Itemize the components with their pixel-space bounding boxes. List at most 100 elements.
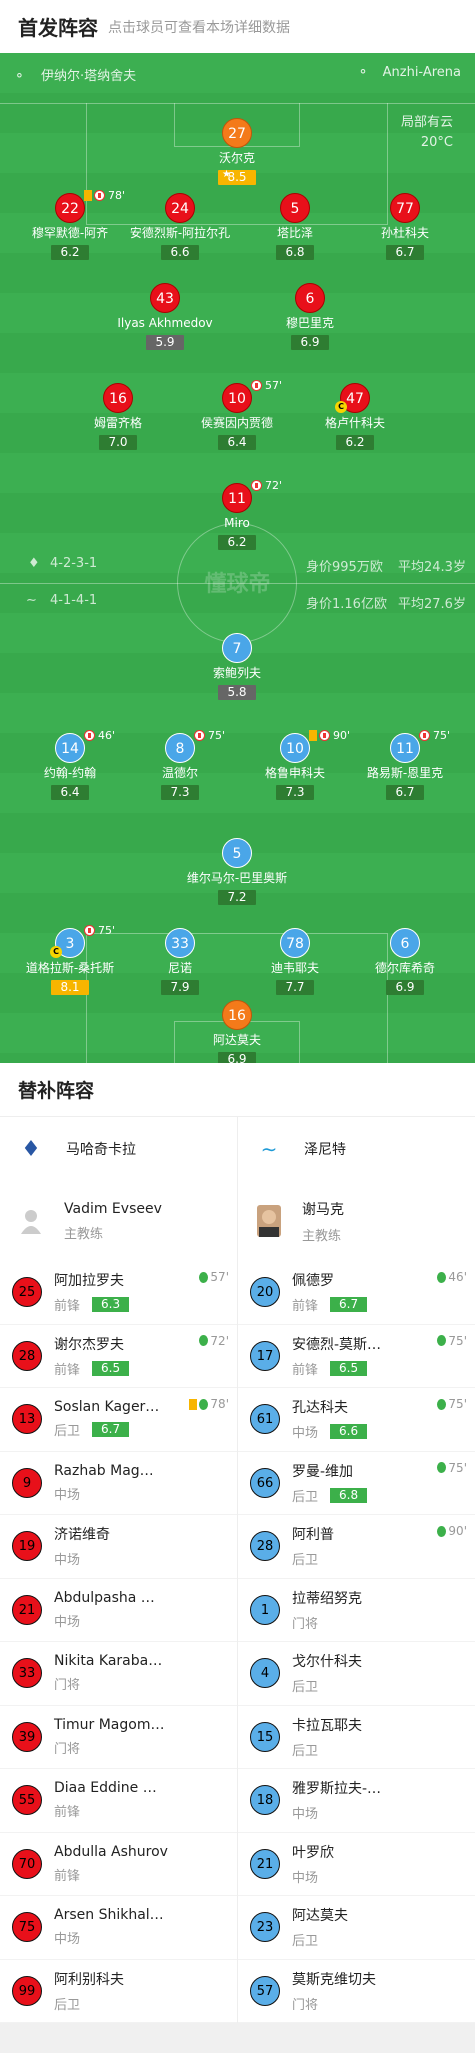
referee-name: 伊纳尔·塔纳舍夫 bbox=[41, 69, 137, 84]
home-coach[interactable]: Vadim Evseev 主教练 bbox=[0, 1181, 237, 1261]
home-player[interactable]: 47 格卢什科夫 6.2 C bbox=[295, 383, 415, 450]
sub-player-row[interactable]: 70 Abdulla Ashurov 前锋 bbox=[0, 1833, 237, 1896]
sub-position: 前锋 bbox=[54, 1868, 81, 1884]
event-minute: 46' bbox=[98, 729, 116, 742]
player-name: 尼诺 bbox=[167, 961, 192, 975]
sub-player-row[interactable]: 75 Arsen Shikhal… 中场 bbox=[0, 1896, 237, 1960]
sub-in-icon bbox=[199, 1271, 209, 1283]
player-events: 75' bbox=[419, 729, 450, 742]
away-crest-icon: ∼ bbox=[26, 593, 37, 608]
subs-title: 替补阵容 bbox=[0, 1063, 475, 1117]
sub-player-row[interactable]: 21 叶罗欣 中场 bbox=[238, 1833, 475, 1896]
sub-name: 孔达科夫 bbox=[292, 1400, 348, 1417]
home-player[interactable]: 16 姆雷齐格 7.0 bbox=[58, 383, 178, 450]
weather-desc: 局部有云 bbox=[400, 115, 453, 130]
player-rating: 6.9 bbox=[291, 335, 329, 350]
player-name: 穆巴里克 bbox=[285, 316, 334, 330]
sub-player-row[interactable]: 9 Razhab Mag… 中场 bbox=[0, 1452, 237, 1515]
sub-position: 门将 bbox=[54, 1678, 81, 1694]
player-rating: 6.4 bbox=[51, 785, 89, 800]
sub-in-icon bbox=[199, 1398, 209, 1410]
sub-player-row[interactable]: 39 Timur Magom… 门将 bbox=[0, 1706, 237, 1769]
away-player[interactable]: 7 索鲍列夫 5.8 bbox=[177, 633, 297, 700]
home-player[interactable]: 6 穆巴里克 6.9 bbox=[250, 283, 370, 350]
home-team-name: 马哈奇卡拉 bbox=[66, 1142, 136, 1158]
star-icon: ★ bbox=[222, 169, 231, 180]
player-rating: 7.3 bbox=[276, 785, 314, 800]
captain-badge: C bbox=[50, 946, 62, 958]
sub-player-row[interactable]: 18 雅罗斯拉夫-… 中场 bbox=[238, 1769, 475, 1833]
away-player[interactable]: 14 约翰-约翰 6.4 46' bbox=[10, 729, 130, 800]
player-rating: 5.9 bbox=[146, 335, 184, 350]
player-rating: 7.3 bbox=[161, 785, 199, 800]
sub-player-row[interactable]: 55 Diaa Eddine … 前锋 bbox=[0, 1769, 237, 1833]
away-player[interactable]: 16 阿达莫夫 6.9 bbox=[177, 1000, 297, 1063]
sub-player-row[interactable]: 28 阿利普 后卫 90' bbox=[238, 1515, 475, 1579]
sub-number: 19 bbox=[12, 1531, 42, 1562]
away-player[interactable]: 11 路易斯-恩里克 6.7 75' bbox=[345, 729, 465, 800]
player-name: 沃尔克 bbox=[218, 151, 255, 165]
player-name: 路易斯-恩里克 bbox=[366, 766, 444, 780]
away-player[interactable]: 10 格鲁申科夫 7.3 90' bbox=[235, 729, 355, 800]
sub-name: 佩德罗 bbox=[292, 1273, 334, 1290]
sub-player-row[interactable]: 99 阿利别科夫 后卫 bbox=[0, 1960, 237, 2023]
home-player[interactable]: 5 塔比泽 6.8 bbox=[235, 193, 355, 260]
sub-number: 13 bbox=[12, 1404, 42, 1435]
player-number: 16 bbox=[103, 383, 133, 413]
sub-player-row[interactable]: 17 安德烈-莫斯… 前锋 6.5 75' bbox=[238, 1325, 475, 1388]
away-player[interactable]: 78 迪韦耶夫 7.7 bbox=[235, 928, 355, 995]
sub-number: 28 bbox=[250, 1531, 280, 1562]
away-player[interactable]: 33 尼诺 7.9 bbox=[120, 928, 240, 995]
player-events: 90' bbox=[309, 729, 350, 742]
away-coach[interactable]: 谢马克 主教练 bbox=[238, 1181, 475, 1261]
sub-number: 61 bbox=[250, 1404, 280, 1435]
player-number: 24 bbox=[165, 193, 195, 223]
home-player[interactable]: 24 安德烈斯-阿拉尔孔 6.6 bbox=[120, 193, 240, 260]
sub-player-row[interactable]: 19 济诺维奇 中场 bbox=[0, 1515, 237, 1579]
home-team-header[interactable]: ♦ 马哈奇卡拉 bbox=[0, 1117, 237, 1181]
player-rating: 6.7 bbox=[386, 245, 424, 260]
sub-number: 1 bbox=[250, 1594, 280, 1625]
away-player[interactable]: 6 德尔库希奇 6.9 bbox=[345, 928, 465, 995]
away-player[interactable]: 5 维尔马尔-巴里奥斯 7.2 bbox=[177, 838, 297, 905]
sub-player-row[interactable]: 23 阿达莫夫 后卫 bbox=[238, 1896, 475, 1960]
home-player[interactable]: 43 Ilyas Akhmedov 5.9 bbox=[105, 283, 225, 350]
away-team-header[interactable]: ∼ 泽尼特 bbox=[238, 1117, 475, 1181]
sub-player-row[interactable]: 4 戈尔什科夫 后卫 bbox=[238, 1642, 475, 1706]
sub-rating: 6.5 bbox=[92, 1360, 130, 1376]
sub-in-icon bbox=[437, 1525, 447, 1537]
sub-name: 叶罗欣 bbox=[292, 1844, 334, 1861]
sub-event: 78' bbox=[189, 1397, 229, 1411]
sub-player-row[interactable]: 25 阿加拉罗夫 前锋 6.3 57' bbox=[0, 1261, 237, 1325]
sub-player-row[interactable]: 57 莫斯克维切夫 门将 bbox=[238, 1960, 475, 2023]
sub-position: 中场 bbox=[292, 1807, 319, 1823]
away-player[interactable]: 8 温德尔 7.3 75' bbox=[120, 729, 240, 800]
sub-player-row[interactable]: 20 佩德罗 前锋 6.7 46' bbox=[238, 1261, 475, 1325]
sub-event: 75' bbox=[437, 1397, 467, 1411]
sub-player-row[interactable]: 33 Nikita Karaba… 门将 bbox=[0, 1642, 237, 1706]
home-player[interactable]: 27 沃尔克 8.5 ★ bbox=[177, 118, 297, 185]
player-rating: 6.6 bbox=[161, 245, 199, 260]
sub-player-row[interactable]: 21 Abdulpasha … 中场 bbox=[0, 1579, 237, 1642]
sub-name: Timur Magom… bbox=[54, 1716, 165, 1733]
player-number: 16 bbox=[222, 1000, 252, 1030]
sub-player-row[interactable]: 13 Soslan Kager… 后卫 6.7 78' bbox=[0, 1388, 237, 1452]
sub-player-row[interactable]: 61 孔达科夫 中场 6.6 75' bbox=[238, 1388, 475, 1452]
sub-player-row[interactable]: 28 谢尔杰罗夫 前锋 6.5 72' bbox=[0, 1325, 237, 1388]
coach-avatar-icon bbox=[254, 1205, 284, 1237]
sub-player-row[interactable]: 66 罗曼-维加 后卫 6.8 75' bbox=[238, 1452, 475, 1515]
sub-rating: 6.3 bbox=[92, 1297, 130, 1313]
home-player[interactable]: 10 侯赛因内贾德 6.4 57' bbox=[177, 379, 297, 450]
home-player[interactable]: 22 穆罕默德-阿齐 6.2 78' bbox=[10, 189, 130, 260]
sub-minute: 75' bbox=[448, 1397, 467, 1411]
sub-player-row[interactable]: 1 拉蒂绍努克 门将 bbox=[238, 1579, 475, 1642]
home-player[interactable]: 11 Miro 6.2 72' bbox=[177, 479, 297, 550]
away-player[interactable]: 3 道格拉斯-桑托斯 8.1 75' C bbox=[10, 924, 130, 995]
sub-position: 中场 bbox=[54, 1614, 81, 1630]
home-player[interactable]: 77 孙杜科夫 6.7 bbox=[345, 193, 465, 260]
player-number: 33 bbox=[165, 928, 195, 958]
lineup-title: 首发阵容 bbox=[18, 16, 98, 40]
sub-position: 中场 bbox=[292, 1426, 319, 1442]
sub-player-row[interactable]: 15 卡拉瓦耶夫 后卫 bbox=[238, 1706, 475, 1769]
player-name: 塔比泽 bbox=[276, 226, 313, 240]
